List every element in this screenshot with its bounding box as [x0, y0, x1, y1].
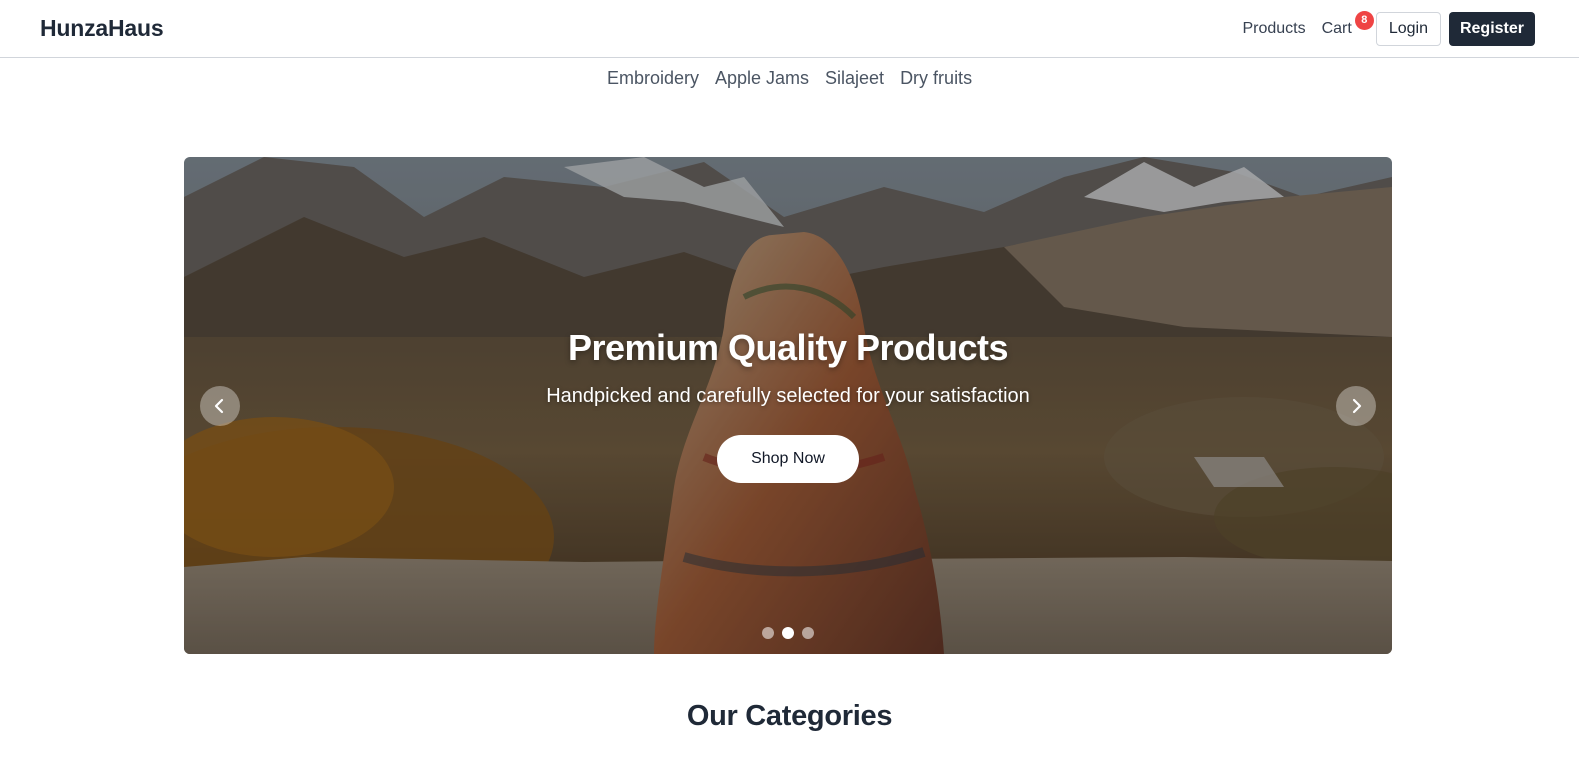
- carousel-next-button[interactable]: [1336, 386, 1376, 426]
- cart-link-wrapper[interactable]: Cart 8: [1322, 10, 1374, 38]
- hero-content: Premium Quality Products Handpicked and …: [184, 327, 1392, 483]
- carousel-dot-3[interactable]: [802, 627, 814, 639]
- nav-cart-link[interactable]: Cart: [1322, 20, 1352, 37]
- carousel-indicators: [184, 627, 1392, 639]
- shop-now-button[interactable]: Shop Now: [717, 435, 859, 483]
- register-button[interactable]: Register: [1448, 11, 1535, 46]
- main-nav: Products Cart 8 Login Register: [1242, 10, 1535, 46]
- chevron-right-icon: [1352, 398, 1362, 414]
- site-header: HunzaHaus Products Cart 8 Login Register: [0, 0, 1579, 58]
- carousel-dot-2[interactable]: [782, 627, 794, 639]
- login-button[interactable]: Login: [1375, 11, 1441, 46]
- category-link-embroidery[interactable]: Embroidery: [607, 68, 699, 89]
- cart-count-badge: 8: [1354, 10, 1374, 30]
- hero-carousel: Premium Quality Products Handpicked and …: [184, 157, 1392, 654]
- chevron-left-icon: [214, 398, 224, 414]
- carousel-prev-button[interactable]: [200, 386, 240, 426]
- nav-products-link[interactable]: Products: [1242, 20, 1305, 38]
- category-link-dry-fruits[interactable]: Dry fruits: [900, 68, 972, 89]
- carousel-dot-1[interactable]: [762, 627, 774, 639]
- hero-title: Premium Quality Products: [567, 327, 1009, 368]
- brand-logo[interactable]: HunzaHaus: [40, 15, 164, 42]
- hero-subtitle: Handpicked and carefully selected for yo…: [546, 385, 1030, 407]
- categories-section-title: Our Categories: [686, 700, 893, 732]
- category-link-apple-jams[interactable]: Apple Jams: [715, 68, 809, 89]
- category-link-silajeet[interactable]: Silajeet: [825, 68, 884, 89]
- category-nav: Embroidery Apple Jams Silajeet Dry fruit…: [0, 68, 1579, 89]
